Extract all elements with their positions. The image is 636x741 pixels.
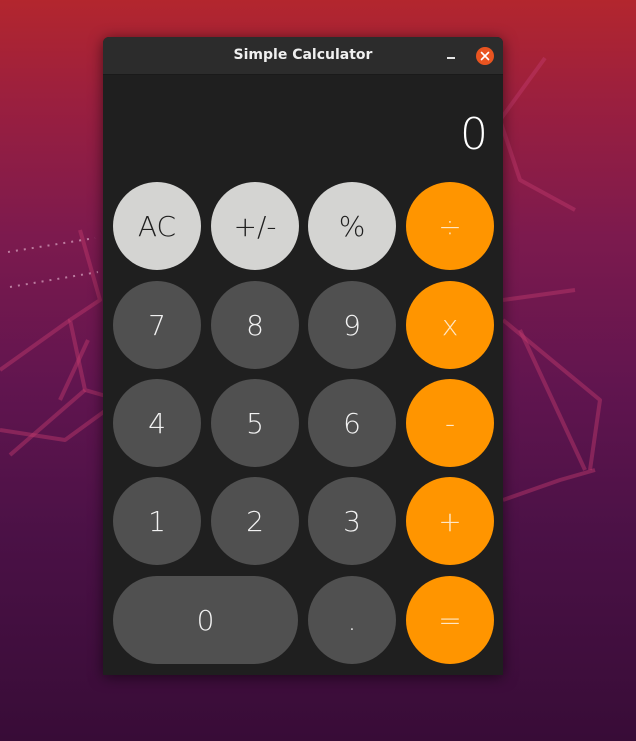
decimal-button[interactable]: . [308,576,396,664]
minimize-button[interactable] [441,46,461,66]
toggle-sign-button[interactable]: +/- [211,182,299,270]
percent-button[interactable]: % [308,182,396,270]
digit-6-button[interactable]: 6 [308,379,396,467]
close-icon [480,51,490,61]
divide-button[interactable]: ÷ [406,182,494,270]
multiply-button[interactable]: x [406,281,494,369]
digit-4-button[interactable]: 4 [113,379,201,467]
close-button[interactable] [476,47,494,65]
digit-2-button[interactable]: 2 [211,477,299,565]
minimize-icon [447,57,455,59]
window-titlebar[interactable]: Simple Calculator [103,37,503,75]
add-button[interactable]: + [406,477,494,565]
digit-3-button[interactable]: 3 [308,477,396,565]
result-display: 0 [460,109,488,160]
digit-0-button[interactable]: 0 [113,576,298,664]
subtract-button[interactable]: - [406,379,494,467]
calculator-window: Simple Calculator 0 AC +/- % ÷ 7 8 9 x 4… [103,37,503,675]
digit-9-button[interactable]: 9 [308,281,396,369]
digit-1-button[interactable]: 1 [113,477,201,565]
digit-7-button[interactable]: 7 [113,281,201,369]
equals-button[interactable]: = [406,576,494,664]
digit-5-button[interactable]: 5 [211,379,299,467]
digit-8-button[interactable]: 8 [211,281,299,369]
clear-button[interactable]: AC [113,182,201,270]
